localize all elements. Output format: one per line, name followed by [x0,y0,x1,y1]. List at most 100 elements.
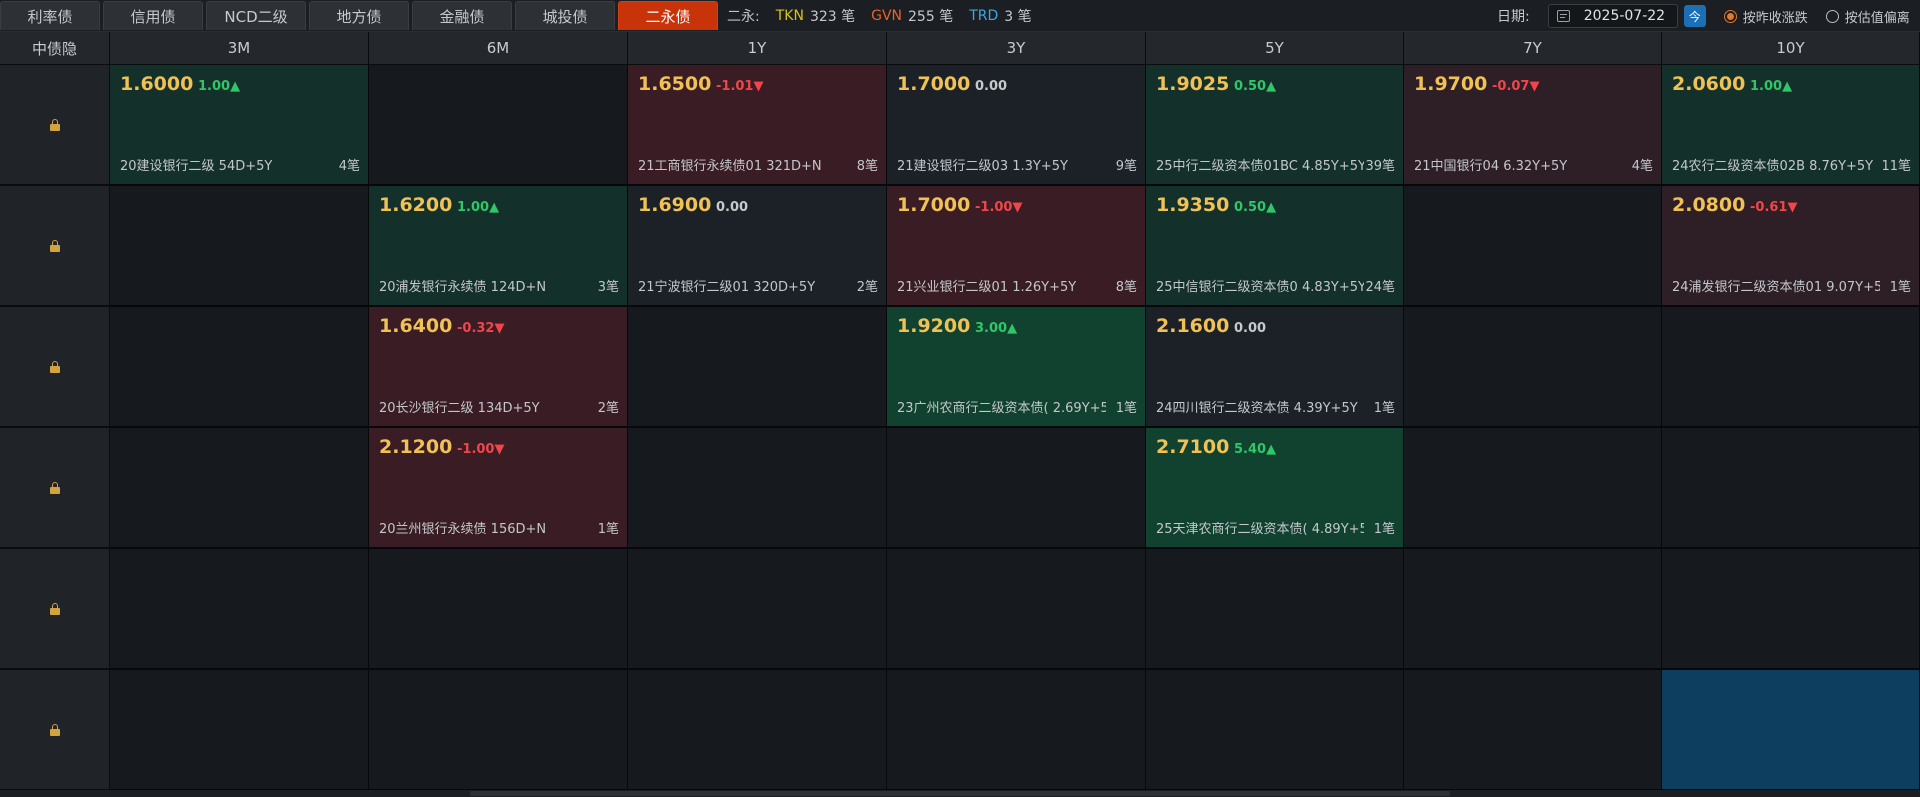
quote-cell[interactable] [1662,549,1920,670]
trd-label: TRD [969,8,999,24]
column-header[interactable]: 3Y [887,32,1146,65]
bond-name: 20兰州银行永续债 156D+N [379,522,547,537]
bond-name: 21建设银行二级03 1.3Y+5Y [897,159,1068,174]
tab-4[interactable]: 金融债 [412,1,512,30]
column-header[interactable]: 6M [369,32,628,65]
quote-cell[interactable]: 1.6900 0.00 21宁波银行二级01 320D+5Y 2笔 [628,186,887,307]
gvn-label: GVN [871,8,903,24]
quote-change: -1.00▼ [457,442,505,457]
quote-cell[interactable] [628,428,887,549]
tab-6[interactable]: 二永债 [618,1,718,30]
quote-cell[interactable]: 1.9025 0.50▲ 25中行二级资本债01BC 4.85Y+5Y 39笔 [1146,65,1404,186]
column-header[interactable]: 1Y [628,32,887,65]
radio-prev-close-dot[interactable] [1723,9,1737,23]
quote-cell[interactable]: 1.6400 -0.32▼ 20长沙银行二级 134D+5Y 2笔 [369,307,628,428]
quote-cell[interactable] [110,549,369,670]
date-input[interactable]: 2025-07-22 [1547,4,1678,28]
quote-cell[interactable]: 1.6200 1.00▲ 20浦发银行永续债 124D+N 3笔 [369,186,628,307]
quote-cell[interactable] [1404,307,1662,428]
quote-cell[interactable] [1404,186,1662,307]
trade-count: 8笔 [1115,280,1137,295]
quote-cell[interactable]: 1.7000 0.00 21建设银行二级03 1.3Y+5Y 9笔 [887,65,1146,186]
row-lock-cell[interactable] [0,549,110,670]
today-button[interactable]: 今 [1683,5,1706,27]
quote-cell[interactable] [1404,549,1662,670]
column-header[interactable]: 3M [110,32,369,65]
row-lock-cell[interactable] [0,428,110,549]
quote-cell[interactable] [110,307,369,428]
quote-cell[interactable] [110,186,369,307]
category-tabs: 利率债 信用债 NCD二级 地方债 金融债 城投债 二永债 [0,1,721,31]
row-lock-cell[interactable] [0,186,110,307]
quote-cell[interactable] [628,307,887,428]
tab-2[interactable]: NCD二级 [206,1,306,30]
scrollbar-thumb[interactable] [470,791,1450,796]
radio-valuation-label[interactable]: 按估值偏离 [1845,7,1910,26]
radio-prev-close[interactable]: 按昨收涨跌 [1723,7,1808,26]
quote-cell[interactable] [887,549,1146,670]
quote-cell[interactable] [369,670,628,791]
quote-cell[interactable] [628,549,887,670]
quote-cell[interactable] [1662,307,1920,428]
quote-cell[interactable]: 2.0800 -0.61▼ 24浦发银行二级资本债01 9.07Y+5Y 1笔 [1662,186,1920,307]
lock-icon[interactable] [49,723,60,736]
trade-count: 1笔 [1373,401,1395,416]
lock-icon[interactable] [49,360,60,373]
lock-icon[interactable] [49,118,60,131]
quote-cell[interactable] [1662,670,1920,791]
date-value[interactable]: 2025-07-22 [1584,8,1665,24]
quote-cell[interactable] [1146,549,1404,670]
quote-cell[interactable]: 1.6000 1.00▲ 20建设银行二级 54D+5Y 4笔 [110,65,369,186]
tab-0[interactable]: 利率债 [0,1,100,30]
quote-change: 0.50▲ [1234,200,1277,215]
quote-cell[interactable]: 2.7100 5.40▲ 25天津农商行二级资本债( 4.89Y+5Y 1笔 [1146,428,1404,549]
quote-cell[interactable] [1662,428,1920,549]
quote-cell[interactable]: 1.9350 0.50▲ 25中信银行二级资本债0 4.83Y+5Y 24笔 [1146,186,1404,307]
row-lock-cell[interactable] [0,65,110,186]
column-header[interactable]: 5Y [1146,32,1404,65]
quote-cell[interactable]: 1.6500 -1.01▼ 21工商银行永续债01 321D+N 8笔 [628,65,887,186]
quote-cell[interactable]: 2.0600 1.00▲ 24农行二级资本债02B 8.76Y+5Y 11笔 [1662,65,1920,186]
horizontal-scrollbar[interactable] [0,790,1920,797]
radio-valuation-dot[interactable] [1825,9,1839,23]
quote-rate: 1.9025 [1156,73,1230,95]
tab-1[interactable]: 信用债 [103,1,203,30]
quote-cell[interactable]: 2.1600 0.00 24四川银行二级资本债 4.39Y+5Y 1笔 [1146,307,1404,428]
quote-change: -0.32▼ [457,321,505,336]
quote-cell[interactable]: 1.9200 3.00▲ 23广州农商行二级资本债( 2.69Y+5Y 1笔 [887,307,1146,428]
quote-change: 0.50▲ [1234,79,1277,94]
radio-prev-close-label[interactable]: 按昨收涨跌 [1743,7,1808,26]
quote-cell[interactable] [628,670,887,791]
column-header[interactable]: 10Y [1662,32,1920,65]
quote-cell[interactable] [887,670,1146,791]
quote-cell[interactable] [1404,670,1662,791]
quote-cell[interactable] [369,549,628,670]
bond-name: 23广州农商行二级资本债( 2.69Y+5Y [897,401,1106,416]
quote-cell[interactable]: 1.7000 -1.00▼ 21兴业银行二级01 1.26Y+5Y 8笔 [887,186,1146,307]
quote-rate: 2.7100 [1156,436,1230,458]
row-lock-cell[interactable] [0,670,110,791]
quote-cell[interactable]: 1.9700 -0.07▼ 21中国银行04 6.32Y+5Y 4笔 [1404,65,1662,186]
quote-cell[interactable] [887,428,1146,549]
quote-cell[interactable] [1146,670,1404,791]
radio-valuation[interactable]: 按估值偏离 [1825,7,1910,26]
trade-count: 4笔 [338,159,360,174]
quote-cell[interactable] [1404,428,1662,549]
column-header[interactable]: 7Y [1404,32,1662,65]
top-toolbar: 利率债 信用债 NCD二级 地方债 金融债 城投债 二永债 二永: TKN 323 笔 GV… [0,0,1920,32]
quote-cell[interactable]: 2.1200 -1.00▼ 20兰州银行永续债 156D+N 1笔 [369,428,628,549]
lock-icon[interactable] [49,239,60,252]
quote-cell[interactable] [369,65,628,186]
quote-rate: 1.9700 [1414,73,1488,95]
lock-icon[interactable] [49,602,60,615]
calendar-icon[interactable] [1556,10,1570,22]
tab-3[interactable]: 地方债 [309,1,409,30]
tab-5[interactable]: 城投债 [515,1,615,30]
quote-change: 1.00▲ [198,79,241,94]
quote-cell[interactable] [110,428,369,549]
row-lock-cell[interactable] [0,307,110,428]
quote-cell[interactable] [110,670,369,791]
bond-name: 20长沙银行二级 134D+5Y [379,401,540,416]
trade-count: 2笔 [597,401,619,416]
lock-icon[interactable] [49,481,60,494]
